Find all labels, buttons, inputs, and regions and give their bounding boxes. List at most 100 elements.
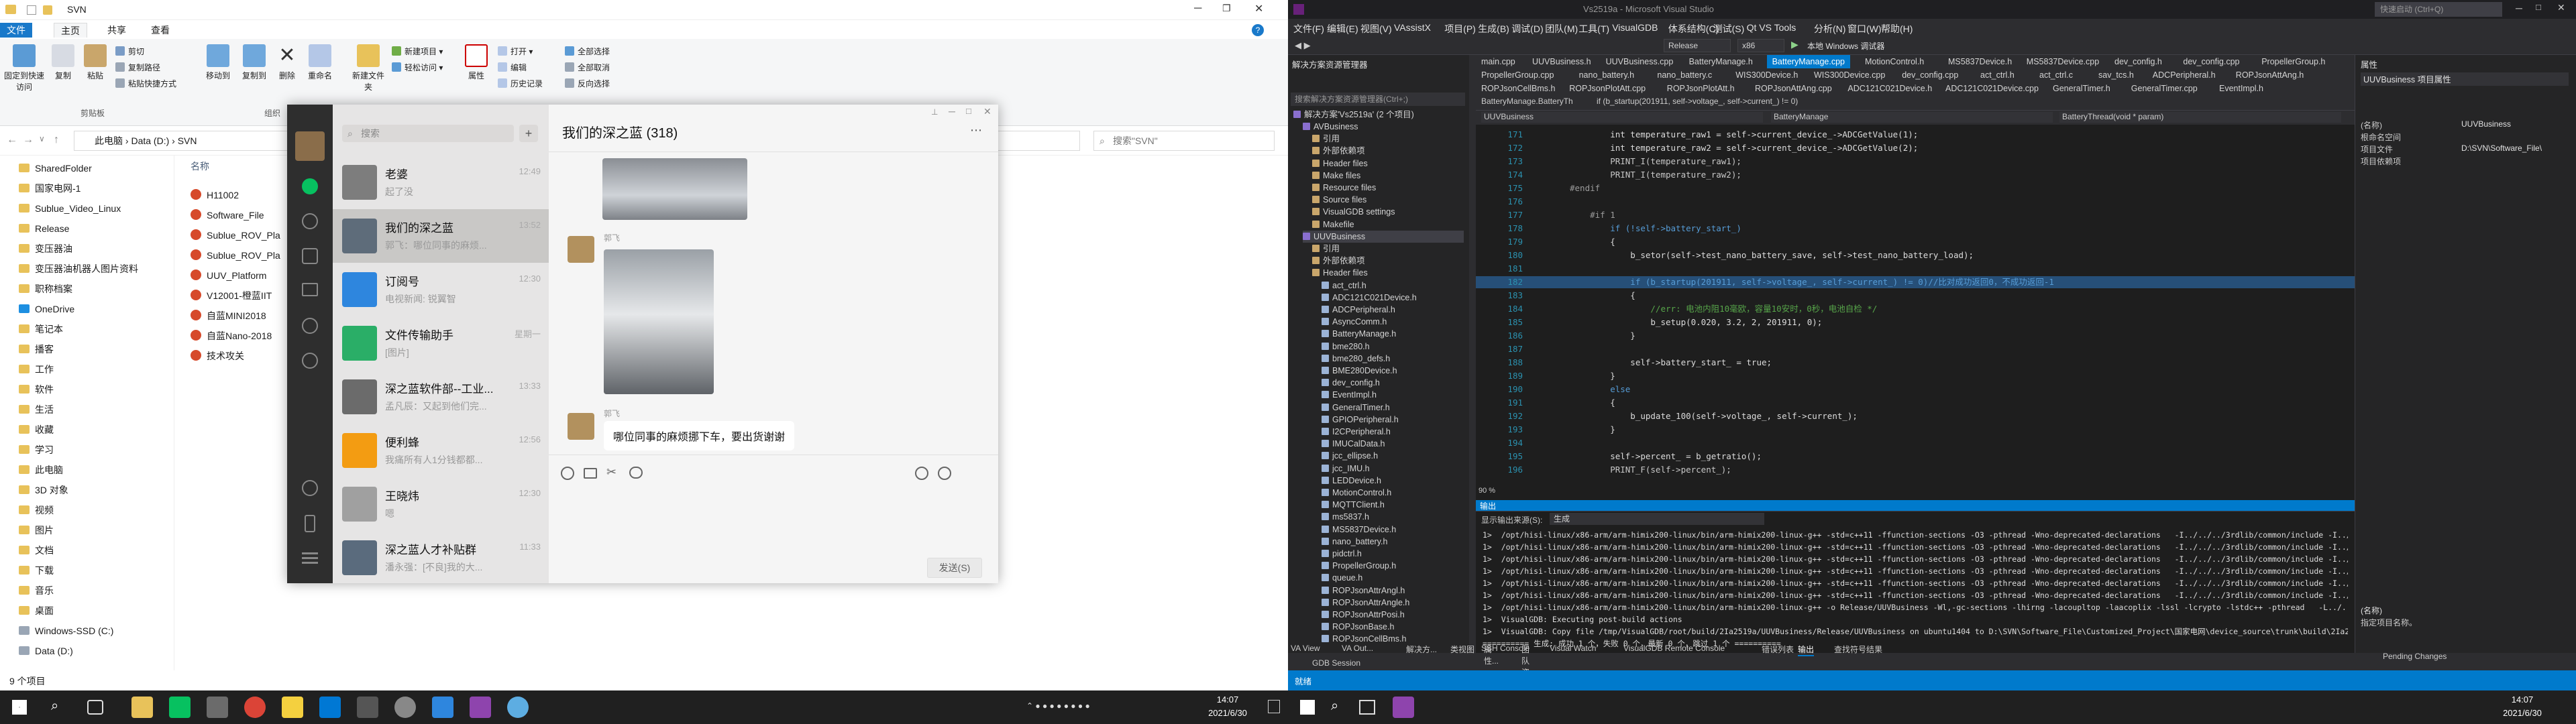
code-editor[interactable]: 171 int temperature_raw1 = self->current… (1476, 125, 2355, 500)
solution-tree-item[interactable]: BatteryManage.h (1322, 328, 1396, 340)
nav-item[interactable]: OneDrive (19, 299, 74, 319)
pin-button[interactable]: 固定到快速访问 (4, 44, 44, 93)
solution-tree-item[interactable]: PropellerGroup.h (1322, 560, 1396, 572)
document-tab[interactable]: MS5837Device.cpp (2021, 55, 2104, 68)
nav-item[interactable]: 桌面 (19, 601, 54, 621)
document-tab[interactable]: GeneralTimer.cpp (2126, 82, 2203, 95)
channels-icon[interactable] (302, 353, 318, 369)
config-select[interactable]: Release (1664, 39, 1731, 52)
file-item[interactable]: Software_File (191, 205, 264, 225)
bottom-tab[interactable]: VA Out... (1342, 644, 1373, 653)
add-chat-button[interactable]: + (519, 125, 538, 142)
nav-item[interactable]: 此电脑 (19, 460, 63, 480)
solution-tree-item[interactable]: ROPJsonBase.h (1322, 621, 1394, 633)
solution-tree-item[interactable]: 引用 (1312, 243, 1340, 255)
nav-item[interactable]: 文档 (19, 540, 54, 560)
solution-tree-item[interactable]: act_ctrl.h (1322, 280, 1366, 292)
solution-tree-item[interactable]: EventImpl.h (1322, 389, 1377, 401)
document-tab[interactable]: WIS300Device.h (1730, 68, 1803, 82)
solution-tree-item[interactable]: UUVBusiness (1303, 230, 1464, 243)
solution-tree-item[interactable]: MotionControl.h (1322, 487, 1391, 499)
file-item[interactable]: Sublue_ROV_Pla (191, 245, 280, 265)
breadcrumb-file[interactable]: BatteryManage.BatteryTh (1481, 97, 1573, 106)
menu-item[interactable]: Qt VS Tools (1747, 22, 1796, 33)
nav-item[interactable]: 国家电网-1 (19, 178, 80, 198)
properties-button[interactable]: 属性 (463, 44, 490, 81)
solution-tree-item[interactable]: VisualGDB settings (1312, 206, 1395, 218)
solution-tree-item[interactable]: MQTTClient.h (1322, 499, 1385, 511)
quick-folder-icon[interactable] (43, 5, 52, 15)
document-tab[interactable]: BatteryManage.cpp (1766, 55, 1850, 68)
wechat-search-input[interactable]: ⌕ 搜索 (342, 125, 514, 142)
solution-tree-item[interactable]: AVBusiness (1303, 121, 1358, 133)
file-item[interactable]: V12001-橙蓝IIT (191, 286, 272, 306)
crumb-svn[interactable]: SVN (178, 135, 197, 146)
tab-view[interactable]: 查看 (144, 23, 176, 38)
notification-icon[interactable] (1268, 700, 1280, 713)
debugger-select[interactable]: 本地 Windows 调试器 (1807, 40, 1884, 52)
solution-tree-item[interactable]: I2CPeripheral.h (1322, 426, 1391, 438)
solution-tree-item[interactable]: Make files (1312, 170, 1360, 182)
document-tab[interactable]: ROPJsonPlotAtt.cpp (1564, 82, 1651, 95)
solution-tree-item[interactable]: ROPJsonAttrPosi.h (1322, 609, 1405, 621)
minimize-button[interactable]: ─ (2516, 3, 2522, 13)
scope-dropdown[interactable]: BatteryManage (1771, 112, 2053, 123)
terminal-icon[interactable] (357, 697, 378, 718)
more-icon[interactable]: ⋯ (970, 123, 982, 137)
mini-program-icon[interactable] (302, 480, 318, 496)
solution-tree-item[interactable]: GeneralTimer.h (1322, 402, 1390, 414)
chat-image[interactable] (604, 249, 714, 394)
copy-path-button[interactable]: 复制路径 (115, 60, 160, 75)
clock-date[interactable]: 2021/6/30 (1194, 708, 1261, 718)
menu-item[interactable]: 文件(F) (1293, 22, 1324, 36)
nav-item[interactable]: 工作 (19, 359, 54, 379)
system-tray[interactable]: ⌃ ● ● ● ● ● ● ● ● (1026, 701, 1201, 713)
bottom-tab[interactable]: 类视图 (1450, 644, 1474, 655)
solution-tree-item[interactable]: IMUCalData.h (1322, 438, 1385, 450)
solution-tree-item[interactable]: nano_battery.h (1322, 536, 1387, 548)
settings-icon[interactable] (394, 697, 416, 718)
video-call-icon[interactable] (938, 467, 951, 480)
solution-tree-item[interactable]: GPIOPeripheral.h (1322, 414, 1399, 426)
solution-tree-item[interactable]: Makefile (1312, 219, 1354, 231)
document-tab[interactable]: main.cpp (1476, 55, 1521, 68)
platform-select[interactable]: x86 (1737, 39, 1784, 52)
solution-tree-item[interactable]: MS5837Device.h (1322, 524, 1396, 536)
new-item-button[interactable]: 新建项目 ▾ (392, 44, 443, 59)
document-tab[interactable]: dev_config.cpp (2178, 55, 2245, 68)
sender-avatar[interactable] (568, 413, 594, 440)
document-tab[interactable]: PropellerGroup.h (2256, 55, 2330, 68)
file-item[interactable]: 技术攻关 (191, 346, 244, 366)
chat-list-item[interactable]: 订阅号 12:30 电视新闻: 锐翼智 (333, 263, 549, 316)
nav-item[interactable]: 图片 (19, 520, 54, 540)
invert-select-button[interactable]: 反向选择 (565, 76, 610, 91)
quick-launch-input[interactable]: 快速启动 (Ctrl+Q) (2375, 2, 2502, 17)
file-item[interactable]: H11002 (191, 185, 239, 205)
maximize-button[interactable]: ❐ (1222, 3, 1231, 14)
nav-item[interactable]: 下载 (19, 560, 54, 581)
solution-tree-item[interactable]: jcc_IMU.h (1322, 463, 1370, 475)
solution-tree-item[interactable]: LEDDevice.h (1322, 475, 1381, 487)
checkbox-icon[interactable] (27, 5, 36, 15)
new-folder-button[interactable]: 新建文件夹 (350, 44, 386, 93)
nav-item[interactable]: 变压器油机器人图片资料 (19, 259, 138, 279)
task-view-icon[interactable] (87, 700, 103, 715)
tab-file[interactable]: 文件 (0, 23, 32, 38)
paste-shortcut-button[interactable]: 粘贴快捷方式 (115, 76, 176, 91)
recent-button[interactable]: ∨ (39, 134, 45, 143)
crumb-data-d[interactable]: Data (D:) (131, 135, 169, 146)
menu-item[interactable]: 工具(T) (1578, 22, 1609, 36)
chat-image[interactable] (602, 158, 747, 220)
file-item[interactable]: UUV_Platform (191, 265, 266, 286)
property-row[interactable]: (名称) UUVBusiness (2361, 119, 2571, 131)
solution-tree-item[interactable]: Header files (1312, 267, 1368, 279)
document-tab[interactable]: BatteryManage.h (1684, 55, 1758, 68)
solution-tree-item[interactable]: 外部依赖项 (1312, 255, 1365, 267)
nav-item[interactable]: 变压器油 (19, 239, 72, 259)
nav-item[interactable]: 职称档案 (19, 279, 72, 299)
document-tab[interactable]: MotionControl.h (1860, 55, 1929, 68)
property-row[interactable]: 项目依赖项 (2361, 156, 2571, 168)
output-source-select[interactable]: 生成 (1550, 513, 1764, 525)
chat-list-item[interactable]: 深之蓝人才补贴群 11:33 潘永强：[不良]我的大... (333, 531, 549, 585)
solution-tree-item[interactable]: Source files (1312, 194, 1366, 206)
